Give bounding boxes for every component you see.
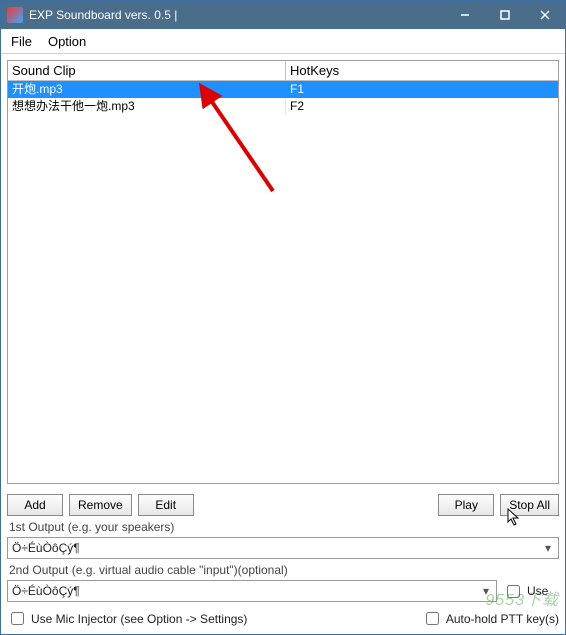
output2-value: Ö÷ÉùÒôÇý¶ — [12, 584, 80, 598]
app-icon — [7, 7, 23, 23]
auto-hold-label: Auto-hold PTT key(s) — [446, 612, 559, 626]
mic-injector-label: Use Mic Injector (see Option -> Settings… — [31, 612, 247, 626]
table-row[interactable]: 开炮.mp3 F1 — [8, 81, 558, 98]
button-row: Add Remove Edit Play Stop All — [7, 494, 559, 516]
menu-file[interactable]: File — [3, 32, 40, 51]
cell-sound: 开炮.mp3 — [8, 81, 286, 98]
bottom-panel: Add Remove Edit Play Stop All 1st Output… — [1, 490, 565, 634]
close-button[interactable] — [525, 1, 565, 29]
auto-hold-check[interactable]: Auto-hold PTT key(s) — [422, 609, 559, 628]
output1-combo[interactable]: Ö÷ÉùÒôÇý¶ ▾ — [7, 537, 559, 559]
sound-table: Sound Clip HotKeys 开炮.mp3 F1 想想办法干他一炮.mp… — [7, 60, 559, 484]
window-title: EXP Soundboard vers. 0.5 | — [29, 8, 445, 22]
cell-sound: 想想办法干他一炮.mp3 — [8, 98, 286, 115]
output2-label: 2nd Output (e.g. virtual audio cable "in… — [7, 562, 559, 577]
col-header-hotkeys[interactable]: HotKeys — [286, 61, 558, 81]
menubar: File Option — [1, 29, 565, 54]
menu-option[interactable]: Option — [40, 32, 94, 51]
app-window: EXP Soundboard vers. 0.5 | File Option S… — [0, 0, 566, 635]
col-header-sound[interactable]: Sound Clip — [8, 61, 286, 81]
use-output2-label: Use — [527, 584, 548, 598]
play-button[interactable]: Play — [438, 494, 494, 516]
add-button[interactable]: Add — [7, 494, 63, 516]
minimize-icon — [460, 10, 470, 20]
auto-hold-checkbox[interactable] — [426, 612, 439, 625]
table-row[interactable]: 想想办法干他一炮.mp3 F2 — [8, 98, 558, 115]
minimize-button[interactable] — [445, 1, 485, 29]
mic-injector-check[interactable]: Use Mic Injector (see Option -> Settings… — [7, 609, 247, 628]
close-icon — [540, 10, 550, 20]
edit-button[interactable]: Edit — [138, 494, 194, 516]
remove-button[interactable]: Remove — [69, 494, 132, 516]
mic-injector-checkbox[interactable] — [11, 612, 24, 625]
chevron-down-icon: ▾ — [540, 541, 556, 555]
use-output2-check[interactable]: Use — [503, 582, 548, 601]
cell-hotkey: F1 — [286, 81, 558, 98]
maximize-button[interactable] — [485, 1, 525, 29]
stop-all-button[interactable]: Stop All — [500, 494, 559, 516]
use-output2-checkbox[interactable] — [507, 585, 520, 598]
chevron-down-icon: ▾ — [478, 584, 494, 598]
output1-value: Ö÷ÉùÒôÇý¶ — [12, 541, 80, 555]
output2-combo[interactable]: Ö÷ÉùÒôÇý¶ ▾ — [7, 580, 497, 602]
titlebar: EXP Soundboard vers. 0.5 | — [1, 1, 565, 29]
cell-hotkey: F2 — [286, 98, 558, 115]
table-body: 开炮.mp3 F1 想想办法干他一炮.mp3 F2 — [8, 81, 558, 483]
output1-label: 1st Output (e.g. your speakers) — [7, 519, 559, 534]
maximize-icon — [500, 10, 510, 20]
table-header: Sound Clip HotKeys — [8, 61, 558, 81]
